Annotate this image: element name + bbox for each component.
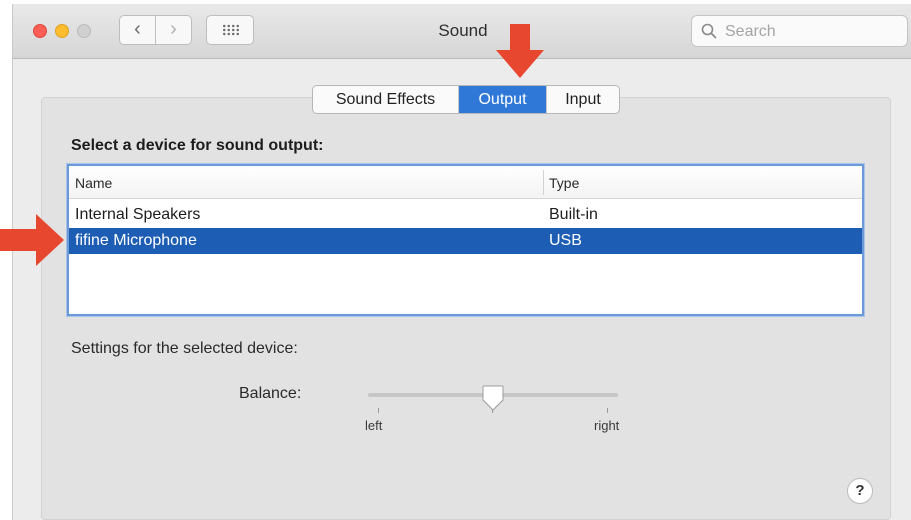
minimize-button[interactable] bbox=[55, 24, 69, 38]
table-header: Name Type bbox=[69, 166, 862, 199]
back-chevron-icon: ‹ bbox=[134, 18, 141, 40]
grid-icon bbox=[222, 24, 240, 36]
slider-knob[interactable] bbox=[481, 384, 505, 412]
balance-left-label: left bbox=[365, 418, 383, 433]
table-row-selected[interactable]: fifine Microphone USB bbox=[69, 228, 862, 254]
tab-input[interactable]: Input bbox=[547, 86, 619, 113]
close-button[interactable] bbox=[33, 24, 47, 38]
sound-preferences-window: ‹ › Sound Search Sound Effects Output In… bbox=[12, 4, 911, 520]
slider-tick bbox=[378, 408, 379, 413]
zoom-button[interactable] bbox=[77, 24, 91, 38]
help-icon: ? bbox=[855, 482, 865, 499]
annotation-arrow-right-icon bbox=[0, 214, 64, 266]
forward-chevron-icon: › bbox=[170, 18, 177, 40]
column-divider bbox=[543, 170, 544, 195]
back-button[interactable]: ‹ bbox=[119, 15, 156, 45]
search-icon bbox=[701, 23, 717, 39]
balance-label: Balance: bbox=[239, 385, 302, 402]
column-header-type[interactable]: Type bbox=[549, 175, 579, 191]
balance-slider[interactable] bbox=[363, 384, 623, 414]
device-name: fifine Microphone bbox=[75, 232, 197, 249]
table-row[interactable]: Internal Speakers Built-in bbox=[69, 202, 862, 228]
show-all-button[interactable] bbox=[206, 15, 254, 45]
tab-sound-effects[interactable]: Sound Effects bbox=[313, 86, 459, 113]
settings-heading: Settings for the selected device: bbox=[71, 340, 298, 357]
balance-right-label: right bbox=[594, 418, 620, 433]
help-button[interactable]: ? bbox=[847, 478, 873, 504]
column-header-name[interactable]: Name bbox=[75, 175, 112, 191]
search-field[interactable]: Search bbox=[691, 15, 908, 47]
device-type: Built-in bbox=[549, 206, 598, 223]
tab-bar: Sound Effects Output Input bbox=[312, 85, 620, 114]
output-heading: Select a device for sound output: bbox=[71, 137, 324, 154]
annotation-arrow-down-icon bbox=[496, 24, 544, 78]
forward-button[interactable]: › bbox=[156, 15, 192, 45]
search-placeholder: Search bbox=[725, 23, 776, 40]
title-bar: ‹ › Sound Search bbox=[13, 4, 911, 59]
tab-output[interactable]: Output bbox=[459, 86, 547, 113]
device-name: Internal Speakers bbox=[75, 206, 201, 223]
output-device-table[interactable]: Name Type Internal Speakers Built-in fif… bbox=[67, 164, 864, 316]
slider-tick bbox=[607, 408, 608, 413]
device-type: USB bbox=[549, 232, 582, 249]
